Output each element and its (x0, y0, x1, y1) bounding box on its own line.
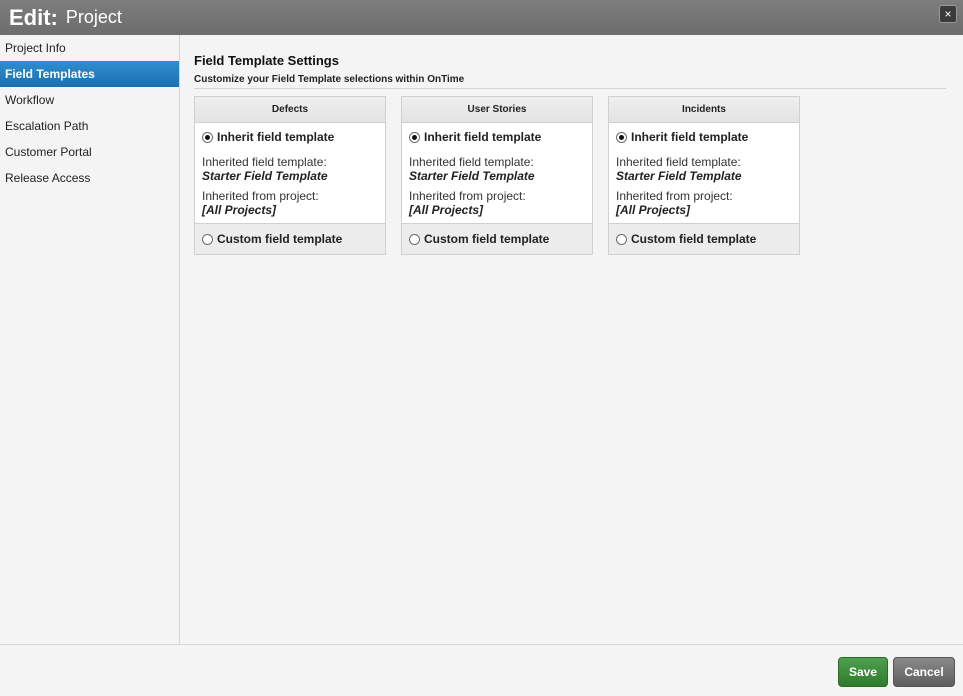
custom-option-row: Custom field template (609, 223, 799, 254)
inherited-project-label: Inherited from project: (409, 189, 526, 203)
card-body: Inherit field template Inherited field t… (609, 123, 799, 223)
card-title: User Stories (402, 97, 592, 123)
inherit-radio[interactable] (202, 131, 213, 143)
page-subtitle: Customize your Field Template selections… (194, 74, 946, 89)
template-cards: Defects Inherit field template Inherited… (194, 96, 946, 255)
dialog-titlebar: Edit: Project × (0, 0, 963, 35)
card-body: Inherit field template Inherited field t… (402, 123, 592, 223)
sidebar-item-release-access[interactable]: Release Access (0, 165, 179, 191)
inherited-template-value: Starter Field Template (409, 169, 535, 183)
card-title: Defects (195, 97, 385, 123)
close-icon[interactable]: × (939, 5, 957, 23)
inherit-radio[interactable] (616, 131, 627, 143)
card-body: Inherit field template Inherited field t… (195, 123, 385, 223)
inherit-label: Inherit field template (424, 130, 542, 144)
inherit-radio[interactable] (409, 131, 420, 143)
sidebar-item-customer-portal[interactable]: Customer Portal (0, 139, 179, 165)
inherited-template-label: Inherited field template: (616, 155, 741, 169)
inherited-template-label: Inherited field template: (409, 155, 534, 169)
custom-option-row: Custom field template (195, 223, 385, 254)
inherited-template-label: Inherited field template: (202, 155, 327, 169)
save-button[interactable]: Save (838, 657, 888, 687)
cancel-button[interactable]: Cancel (893, 657, 955, 687)
dialog-footer: Save Cancel (0, 644, 963, 696)
custom-radio[interactable] (202, 233, 213, 245)
template-card-defects: Defects Inherit field template Inherited… (194, 96, 386, 255)
custom-radio[interactable] (409, 233, 420, 245)
inherit-option[interactable]: Inherit field template (409, 130, 585, 144)
sidebar-item-escalation-path[interactable]: Escalation Path (0, 113, 179, 139)
sidebar-item-workflow[interactable]: Workflow (0, 87, 179, 113)
sidebar-nav: Project Info Field Templates Workflow Es… (0, 35, 180, 644)
custom-option[interactable]: Custom field template (616, 232, 756, 246)
sidebar-item-project-info[interactable]: Project Info (0, 35, 179, 61)
inherited-project-value: [All Projects] (202, 203, 277, 217)
custom-option[interactable]: Custom field template (409, 232, 549, 246)
template-card-user-stories: User Stories Inherit field template Inhe… (401, 96, 593, 255)
main-content: Field Template Settings Customize your F… (194, 35, 946, 255)
inherited-project-label: Inherited from project: (616, 189, 733, 203)
inherit-option[interactable]: Inherit field template (202, 130, 378, 144)
custom-label: Custom field template (631, 232, 757, 246)
dialog-title-object: Project (65, 7, 122, 27)
inherited-project-value: [All Projects] (616, 203, 691, 217)
inherited-template-value: Starter Field Template (202, 169, 328, 183)
inherited-template-value: Starter Field Template (616, 169, 742, 183)
sidebar-item-field-templates[interactable]: Field Templates (0, 61, 179, 87)
custom-label: Custom field template (424, 232, 550, 246)
custom-option-row: Custom field template (402, 223, 592, 254)
template-card-incidents: Incidents Inherit field template Inherit… (608, 96, 800, 255)
card-title: Incidents (609, 97, 799, 123)
custom-label: Custom field template (217, 232, 343, 246)
inherited-project-value: [All Projects] (409, 203, 484, 217)
inherit-label: Inherit field template (631, 130, 749, 144)
dialog-title-prefix: Edit: (9, 4, 58, 30)
page-title: Field Template Settings (194, 53, 339, 68)
custom-option[interactable]: Custom field template (202, 232, 342, 246)
inherit-option[interactable]: Inherit field template (616, 130, 792, 144)
custom-radio[interactable] (616, 233, 627, 245)
inherit-label: Inherit field template (217, 130, 335, 144)
inherited-project-label: Inherited from project: (202, 189, 319, 203)
